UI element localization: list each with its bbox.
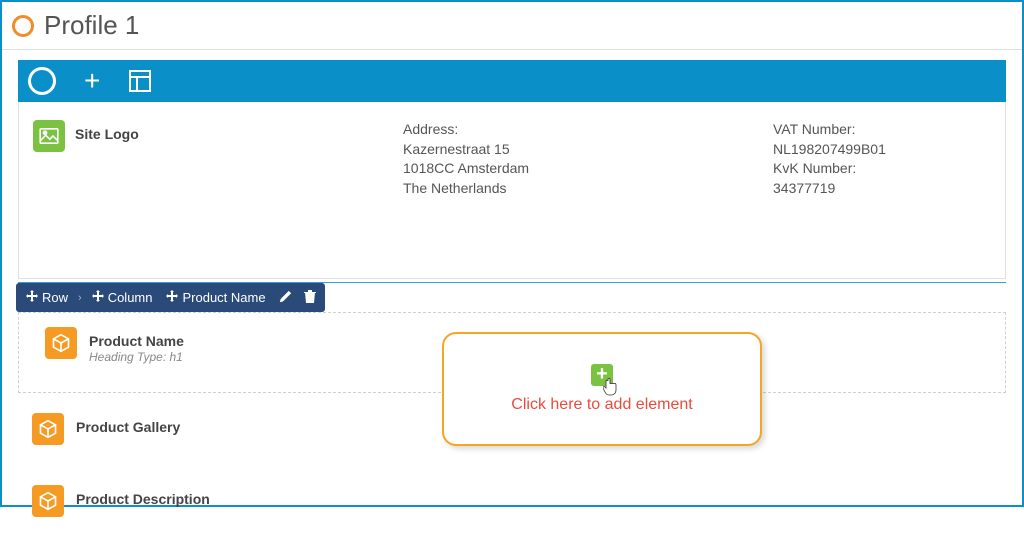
- box-icon: [45, 327, 77, 359]
- add-icon[interactable]: +: [84, 67, 100, 95]
- layout-icon[interactable]: [128, 69, 152, 93]
- breadcrumb-row[interactable]: Row: [20, 290, 74, 305]
- element-title: Product Description: [76, 491, 210, 507]
- logo-circle-icon: [12, 15, 34, 37]
- move-icon: [92, 290, 104, 305]
- add-element-callout: + Click here to add element: [442, 332, 762, 446]
- element-subtitle: Heading Type: h1: [89, 350, 184, 364]
- page-header: Profile 1: [2, 2, 1022, 50]
- breadcrumb-element-label: Product Name: [182, 290, 265, 305]
- address-column: Address: Kazernestraat 15 1018CC Amsterd…: [403, 120, 763, 198]
- move-icon: [166, 290, 178, 305]
- box-icon: [32, 413, 64, 445]
- address-line3: The Netherlands: [403, 179, 763, 199]
- vat-column: VAT Number: NL198207499B01 KvK Number: 3…: [773, 120, 886, 198]
- address-line1: Kazernestraat 15: [403, 140, 763, 160]
- page-title: Profile 1: [44, 10, 139, 41]
- chevron-right-icon: ›: [76, 292, 84, 304]
- add-element-button[interactable]: +: [591, 364, 613, 386]
- main-content: + Site Logo Address: Kazernestraat 15: [2, 50, 1022, 547]
- logo-column: Site Logo: [33, 120, 393, 198]
- breadcrumb-column[interactable]: Column: [86, 290, 159, 305]
- info-panel: Site Logo Address: Kazernestraat 15 1018…: [18, 102, 1006, 279]
- element-title: Product Gallery: [76, 419, 180, 435]
- breadcrumb-column-label: Column: [108, 290, 153, 305]
- vat-value: NL198207499B01: [773, 140, 886, 160]
- site-logo-label: Site Logo: [75, 120, 139, 142]
- delete-icon[interactable]: [299, 289, 321, 306]
- editor-toolbar: +: [18, 60, 1006, 102]
- edit-icon[interactable]: [274, 290, 297, 306]
- kvk-label: KvK Number:: [773, 159, 886, 179]
- element-breadcrumb: Row › Column Product Name: [16, 283, 325, 312]
- element-text: Product Description: [76, 485, 210, 507]
- move-icon: [26, 290, 38, 305]
- kvk-value: 34377719: [773, 179, 886, 199]
- profile-circle-icon[interactable]: [28, 67, 56, 95]
- address-line2: 1018CC Amsterdam: [403, 159, 763, 179]
- callout-text: Click here to add element: [511, 396, 692, 414]
- element-title: Product Name: [89, 333, 184, 349]
- cursor-icon: [603, 378, 619, 401]
- vat-label: VAT Number:: [773, 120, 886, 140]
- breadcrumb-row-label: Row: [42, 290, 68, 305]
- image-icon[interactable]: [33, 120, 65, 152]
- box-icon: [32, 485, 64, 517]
- element-text: Product Gallery: [76, 413, 180, 435]
- breadcrumb-element[interactable]: Product Name: [160, 290, 271, 305]
- address-label: Address:: [403, 120, 763, 140]
- element-product-description[interactable]: Product Description: [18, 465, 1006, 537]
- element-text: Product Name Heading Type: h1: [89, 327, 184, 364]
